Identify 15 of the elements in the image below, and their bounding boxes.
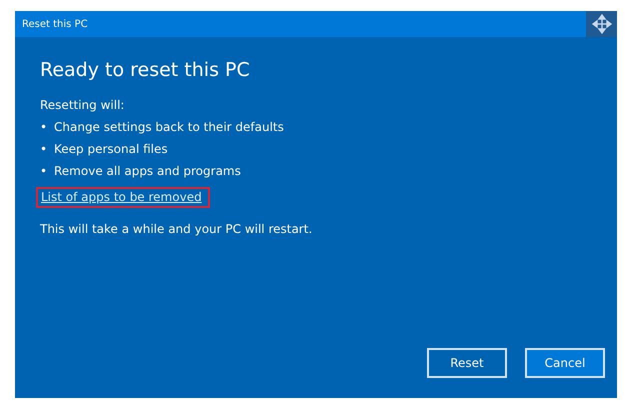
cancel-button[interactable]: Cancel bbox=[525, 348, 605, 378]
bullet-mark: • bbox=[40, 164, 46, 178]
reset-button[interactable]: Reset bbox=[427, 348, 507, 378]
move-button[interactable] bbox=[586, 11, 617, 37]
bullet-mark: • bbox=[40, 120, 46, 134]
bullet-mark: • bbox=[40, 142, 46, 156]
bullet-text: Remove all apps and programs bbox=[54, 164, 241, 178]
bullet-text: Keep personal files bbox=[54, 142, 168, 156]
window-title: Reset this PC bbox=[21, 18, 88, 30]
apps-list-link[interactable]: List of apps to be removed bbox=[36, 187, 210, 208]
dialog-heading: Ready to reset this PC bbox=[40, 59, 251, 81]
bullet-text: Change settings back to their defaults bbox=[54, 120, 284, 134]
intro-text: Resetting will: bbox=[40, 98, 126, 112]
move-icon bbox=[592, 14, 612, 34]
restart-note: This will take a while and your PC will restart. bbox=[40, 222, 314, 236]
